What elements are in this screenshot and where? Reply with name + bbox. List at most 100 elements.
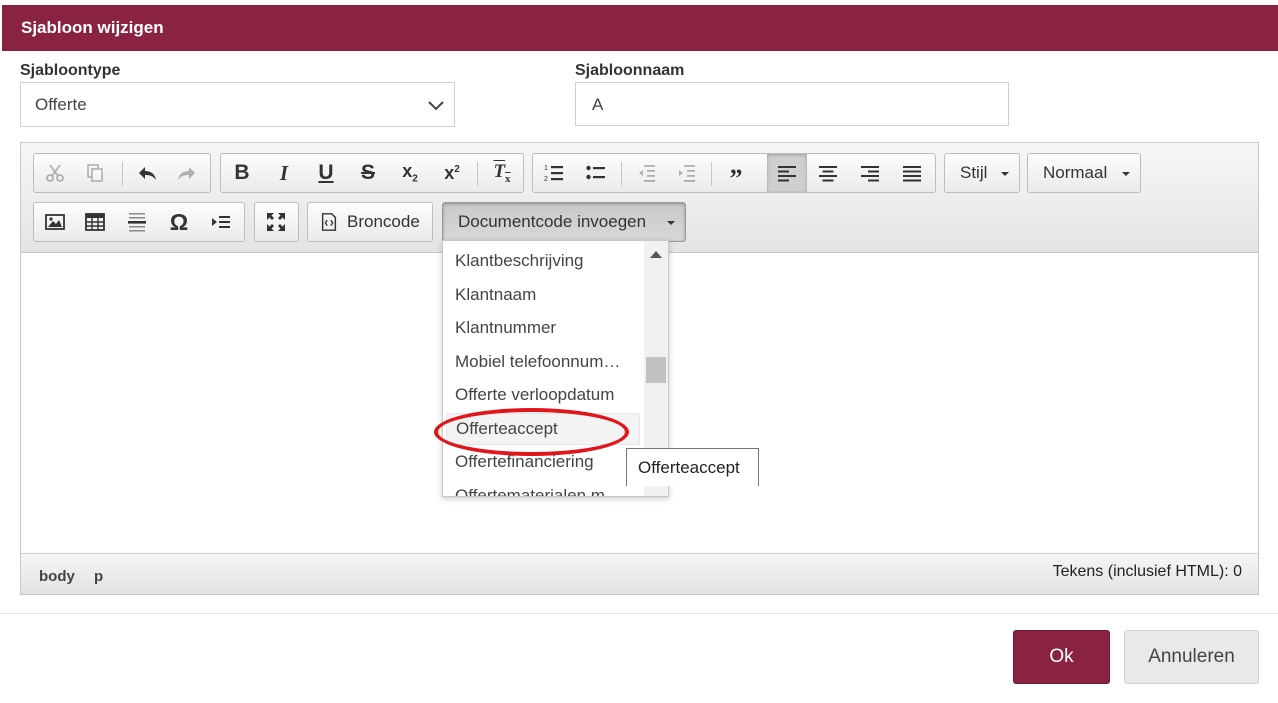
- special-char-button[interactable]: Ω: [160, 203, 198, 241]
- indent-button[interactable]: [667, 154, 705, 192]
- toolbar-group-format: B I U S x2 x2 Tx: [220, 153, 524, 193]
- copy-icon: [87, 164, 103, 182]
- maximize-icon: [267, 213, 285, 231]
- underline-icon: U: [318, 161, 334, 184]
- style-combo-label: Stijl: [960, 163, 988, 182]
- toolbar-group-paragraph: 12 ”: [532, 153, 936, 193]
- table-icon: [85, 213, 105, 231]
- align-left-button[interactable]: [767, 154, 807, 192]
- outdent-icon: [639, 165, 655, 182]
- subscript-button[interactable]: x2: [391, 154, 429, 192]
- table-button[interactable]: [76, 203, 114, 241]
- redo-icon: [178, 167, 195, 180]
- remove-format-button[interactable]: Tx: [483, 154, 521, 192]
- strikethrough-icon: S: [360, 161, 375, 184]
- template-type-select[interactable]: Offerte: [20, 82, 455, 127]
- format-combo-label: Normaal: [1043, 163, 1108, 182]
- footer-divider: [0, 613, 1278, 614]
- cut-icon: [46, 164, 64, 182]
- page-break-icon: [212, 216, 230, 228]
- align-center-button[interactable]: [809, 154, 847, 192]
- source-button[interactable]: Broncode: [307, 202, 433, 242]
- toolbar-group-clipboard: [33, 153, 211, 193]
- omega-icon: Ω: [169, 208, 189, 235]
- dialog-title: Sjabloon wijzigen: [21, 18, 164, 37]
- list-item[interactable]: Offertefinanciering: [446, 447, 640, 479]
- list-item[interactable]: Offertematerialen m…: [446, 481, 640, 496]
- svg-text:2: 2: [544, 176, 548, 183]
- caret-down-icon: [667, 221, 675, 225]
- cancel-button[interactable]: Annuleren: [1124, 630, 1259, 684]
- list-item[interactable]: Klantnaam: [446, 280, 640, 312]
- blockquote-button[interactable]: ”: [717, 154, 755, 193]
- list-item[interactable]: Offerte verloopdatum: [446, 380, 640, 412]
- caret-down-icon: [1122, 172, 1130, 176]
- scrollbar-thumb[interactable]: [646, 357, 666, 383]
- copy-button[interactable]: [76, 154, 114, 192]
- template-name-value: A: [592, 95, 604, 114]
- scroll-up-arrow-icon[interactable]: [650, 251, 662, 258]
- source-button-label: Broncode: [347, 212, 420, 231]
- ok-button[interactable]: Ok: [1013, 630, 1110, 684]
- undo-button[interactable]: [128, 154, 166, 192]
- quote-icon: ”: [729, 164, 743, 193]
- align-center-icon: [819, 166, 837, 182]
- italic-button[interactable]: I: [265, 154, 303, 192]
- dialog-header: Sjabloon wijzigen: [2, 5, 1278, 51]
- bulleted-list-button[interactable]: [577, 154, 615, 192]
- template-name-input[interactable]: A: [575, 82, 1009, 126]
- tooltip-text: Offerteaccept: [638, 458, 740, 477]
- editor-status-bar: body p Tekens (inclusief HTML): 0: [21, 553, 1258, 594]
- tooltip: Offerteaccept: [626, 448, 759, 486]
- format-combo[interactable]: Normaal: [1027, 153, 1141, 193]
- align-right-icon: [861, 166, 879, 182]
- superscript-button[interactable]: x2: [433, 154, 471, 192]
- path-item-p[interactable]: p: [94, 568, 103, 585]
- maximize-button[interactable]: [257, 203, 295, 241]
- subscript-icon: x2: [402, 161, 418, 185]
- insert-document-code-label: Documentcode invoegen: [458, 212, 647, 231]
- cut-button[interactable]: [36, 154, 74, 192]
- name-label: Sjabloonnaam: [575, 62, 685, 79]
- indent-icon: [679, 165, 695, 182]
- align-right-button[interactable]: [851, 154, 889, 192]
- chevron-down-icon: [428, 101, 444, 111]
- bold-icon: B: [234, 161, 250, 184]
- path-item-body[interactable]: body: [39, 568, 75, 585]
- toolbar-group-insert: Ω: [33, 202, 245, 242]
- type-label: Sjabloontype: [20, 62, 121, 79]
- redo-button[interactable]: [168, 154, 206, 192]
- horizontal-line-icon: [128, 213, 146, 232]
- clear-format-icon: Tx: [493, 161, 511, 185]
- bulleted-list-icon: [586, 165, 605, 180]
- svg-text:1: 1: [544, 165, 548, 172]
- horizontal-line-button[interactable]: [118, 203, 156, 241]
- list-item-hovered[interactable]: Offerteaccept: [446, 413, 640, 445]
- bold-button[interactable]: B: [223, 154, 261, 192]
- outdent-button[interactable]: [627, 154, 665, 192]
- numbered-list-button[interactable]: 12: [535, 154, 573, 192]
- strike-button[interactable]: S: [349, 154, 387, 192]
- align-justify-icon: [903, 166, 921, 182]
- editor-toolbar: B I U S x2 x2 Tx 12 ” Stijl Normaal Ω Br…: [21, 143, 1258, 253]
- template-type-value: Offerte: [35, 95, 87, 114]
- align-justify-button[interactable]: [893, 154, 931, 192]
- page-break-button[interactable]: [202, 203, 240, 241]
- source-code-icon: [321, 213, 337, 231]
- character-count: Tekens (inclusief HTML): 0: [1052, 563, 1242, 580]
- image-icon: [45, 214, 65, 230]
- align-left-icon: [778, 166, 796, 182]
- style-combo[interactable]: Stijl: [944, 153, 1020, 193]
- superscript-icon: x2: [444, 162, 460, 183]
- image-button[interactable]: [36, 203, 74, 241]
- list-item[interactable]: Klantnummer: [446, 313, 640, 345]
- caret-down-icon: [1001, 172, 1009, 176]
- insert-document-code-combo[interactable]: Documentcode invoegen: [442, 202, 686, 242]
- undo-icon: [139, 167, 156, 180]
- toolbar-group-view: [254, 202, 299, 242]
- numbered-list-icon: 12: [544, 165, 563, 183]
- list-item[interactable]: Klantbeschrijving: [446, 246, 640, 278]
- underline-button[interactable]: U: [307, 154, 345, 192]
- list-item[interactable]: Mobiel telefoonnum…: [446, 347, 640, 379]
- italic-icon: I: [279, 160, 289, 185]
